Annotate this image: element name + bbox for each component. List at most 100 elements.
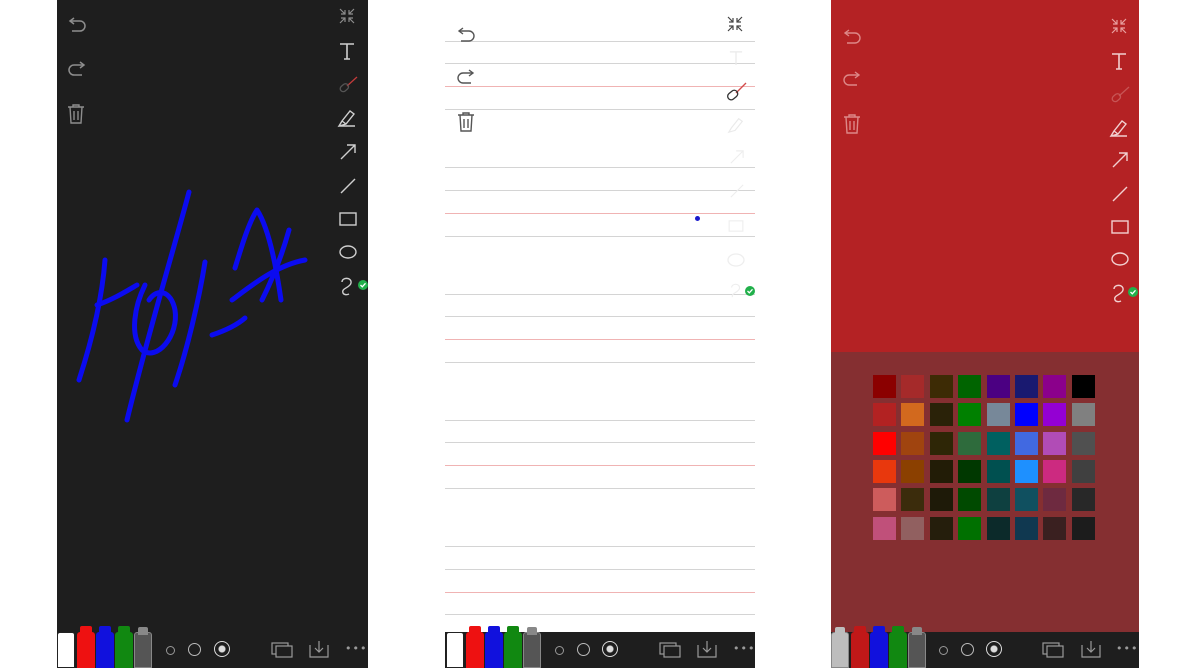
- color-swatch[interactable]: [986, 516, 1010, 540]
- brush-size-small[interactable]: [939, 646, 948, 655]
- arrow-tool-icon[interactable]: [1112, 152, 1128, 168]
- color-swatch[interactable]: [873, 431, 896, 455]
- ellipse-tool-icon[interactable]: [339, 245, 357, 259]
- color-swatch[interactable]: [901, 431, 925, 455]
- rectangle-tool-icon[interactable]: [339, 212, 357, 226]
- color-swatch[interactable]: [958, 375, 982, 398]
- color-swatch[interactable]: [929, 403, 953, 427]
- color-swatch[interactable]: [1043, 488, 1067, 512]
- color-swatch[interactable]: [986, 459, 1010, 483]
- color-swatch[interactable]: [1043, 375, 1067, 398]
- highlighter-icon[interactable]: [337, 108, 357, 128]
- collapse-icon[interactable]: [727, 16, 743, 32]
- color-swatch[interactable]: [929, 516, 953, 540]
- color-swatch[interactable]: [901, 516, 925, 540]
- pen-light-gray[interactable]: [831, 627, 849, 668]
- arrow-tool-icon[interactable]: [340, 144, 356, 160]
- brush-size-large[interactable]: [602, 641, 618, 657]
- pen-blue[interactable]: [870, 626, 888, 668]
- pen-green[interactable]: [115, 626, 133, 668]
- pen-red[interactable]: [77, 626, 95, 668]
- color-swatch[interactable]: [1071, 431, 1095, 455]
- color-swatch[interactable]: [901, 488, 925, 512]
- trash-icon[interactable]: [843, 114, 861, 134]
- brush-size-large[interactable]: [986, 641, 1002, 657]
- layers-icon[interactable]: [1042, 642, 1064, 658]
- color-swatch[interactable]: [958, 459, 982, 483]
- color-swatch[interactable]: [873, 488, 896, 512]
- pen-red[interactable]: [466, 626, 484, 668]
- pen-green[interactable]: [504, 626, 522, 668]
- undo-icon[interactable]: [841, 28, 863, 48]
- color-swatch[interactable]: [929, 459, 953, 483]
- text-tool-icon[interactable]: [1111, 52, 1127, 70]
- color-swatch[interactable]: [901, 459, 925, 483]
- laser-pointer-icon[interactable]: [338, 76, 358, 94]
- color-swatch[interactable]: [873, 403, 896, 427]
- more-menu-icon[interactable]: •••: [733, 642, 755, 655]
- color-swatch[interactable]: [1043, 403, 1067, 427]
- export-icon[interactable]: [309, 640, 329, 658]
- pen-white[interactable]: [446, 632, 464, 668]
- eraser-pen[interactable]: [523, 627, 541, 668]
- ellipse-tool-icon[interactable]: [727, 253, 745, 267]
- arrow-tool-icon[interactable]: [730, 150, 744, 164]
- color-swatch[interactable]: [1015, 375, 1038, 398]
- color-swatch[interactable]: [873, 516, 896, 540]
- line-tool-icon[interactable]: [340, 178, 356, 194]
- color-swatch[interactable]: [1071, 375, 1095, 398]
- color-swatch[interactable]: [986, 403, 1010, 427]
- brush-size-medium[interactable]: [577, 643, 590, 656]
- color-swatch[interactable]: [873, 375, 896, 398]
- trash-icon[interactable]: [457, 112, 475, 132]
- brush-size-small[interactable]: [166, 646, 175, 655]
- color-swatch[interactable]: [1015, 403, 1038, 427]
- color-swatch[interactable]: [929, 488, 953, 512]
- pen-green[interactable]: [889, 626, 907, 668]
- brush-size-large[interactable]: [214, 641, 230, 657]
- more-menu-icon[interactable]: •••: [1116, 642, 1138, 655]
- color-swatch[interactable]: [958, 403, 982, 427]
- pen-blue[interactable]: [96, 626, 114, 668]
- freehand-tool-icon[interactable]: [339, 276, 355, 296]
- color-swatch[interactable]: [1015, 459, 1038, 483]
- color-swatch[interactable]: [901, 375, 925, 398]
- color-swatch[interactable]: [929, 431, 953, 455]
- brush-size-small[interactable]: [555, 646, 564, 655]
- brush-size-medium[interactable]: [188, 643, 201, 656]
- redo-icon[interactable]: [455, 68, 477, 88]
- redo-icon[interactable]: [841, 70, 863, 90]
- pen-red[interactable]: [851, 626, 869, 668]
- eraser-pen[interactable]: [908, 627, 926, 668]
- layers-icon[interactable]: [659, 642, 681, 658]
- collapse-icon[interactable]: [339, 8, 355, 24]
- pen-white[interactable]: [57, 632, 75, 668]
- color-swatch[interactable]: [1043, 459, 1067, 483]
- undo-icon[interactable]: [455, 26, 477, 46]
- color-swatch[interactable]: [986, 488, 1010, 512]
- line-tool-icon[interactable]: [1112, 186, 1128, 202]
- color-swatch[interactable]: [1043, 516, 1067, 540]
- line-tool-icon[interactable]: [730, 184, 744, 198]
- color-swatch[interactable]: [901, 403, 925, 427]
- layers-icon[interactable]: [271, 642, 293, 658]
- pen-blue[interactable]: [485, 626, 503, 668]
- undo-icon[interactable]: [66, 16, 88, 36]
- export-icon[interactable]: [1081, 640, 1101, 658]
- color-swatch[interactable]: [958, 488, 982, 512]
- text-tool-icon[interactable]: [339, 42, 355, 60]
- color-swatch[interactable]: [929, 375, 953, 398]
- freehand-tool-icon[interactable]: [1111, 283, 1127, 303]
- color-swatch[interactable]: [1071, 516, 1095, 540]
- highlighter-icon[interactable]: [1109, 118, 1129, 138]
- color-swatch[interactable]: [1071, 459, 1095, 483]
- trash-icon[interactable]: [67, 104, 85, 124]
- color-swatch[interactable]: [1043, 431, 1067, 455]
- rectangle-tool-icon[interactable]: [1111, 220, 1129, 234]
- redo-icon[interactable]: [66, 60, 88, 80]
- rectangle-tool-icon[interactable]: [728, 220, 744, 232]
- color-swatch[interactable]: [958, 516, 982, 540]
- color-swatch[interactable]: [986, 431, 1010, 455]
- color-swatch[interactable]: [986, 375, 1010, 398]
- collapse-icon[interactable]: [1111, 18, 1127, 34]
